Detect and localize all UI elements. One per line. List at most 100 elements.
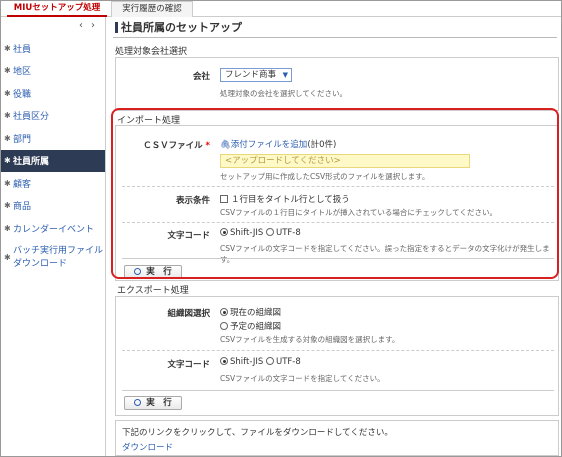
sidebar: ‹ › ✱ 社員 ✱ 地区 ✱ 役職 ✱ 社員区分 ✱ 部門 ✱ 社員所属 ✱ 顧客 ✱ 商品 ✱… xyxy=(1,17,106,456)
sidebar-item-calendar-event[interactable]: ✱ カレンダーイベント xyxy=(1,217,105,240)
sidebar-pager: ‹ › xyxy=(75,20,99,32)
export-utf8-radio[interactable] xyxy=(265,357,274,365)
org-chart-label: 組織図選択 xyxy=(167,309,210,319)
divider xyxy=(122,390,554,391)
radio-label: Shift-JIS xyxy=(230,357,264,367)
gear-icon: ✱ xyxy=(4,66,11,76)
org-chart-note: CSVファイルを生成する対象の組織図を選択します。 xyxy=(220,335,400,344)
export-section-heading: エクスポート処理 xyxy=(117,286,189,296)
title-row-check-label: １行目をタイトル行として扱う xyxy=(231,195,350,205)
attach-count: (計0件) xyxy=(307,140,337,150)
sidebar-item-department[interactable]: ✱ 部門 xyxy=(1,127,105,150)
display-condition-label: 表示条件 xyxy=(175,196,210,206)
sidebar-item-product[interactable]: ✱ 商品 xyxy=(1,195,105,218)
tab-execution-history[interactable]: 実行履歴の確認 xyxy=(111,1,193,17)
org-current-radio[interactable] xyxy=(220,308,228,316)
divider xyxy=(122,258,554,259)
divider xyxy=(122,186,554,187)
button-label: 実 行 xyxy=(146,267,172,277)
sidebar-item-employee-affiliation[interactable]: ✱ 社員所属 xyxy=(1,149,105,172)
gear-icon: ✱ xyxy=(4,156,11,166)
export-charcode-note: CSVファイルの文字コードを指定してください。 xyxy=(220,374,385,383)
paperclip-icon[interactable]: 🖇 xyxy=(220,140,231,150)
chevron-right-icon[interactable]: › xyxy=(87,20,99,31)
sidebar-item-region[interactable]: ✱ 地区 xyxy=(1,60,105,83)
export-run-button[interactable]: 実 行 xyxy=(124,396,182,410)
attach-file-link[interactable]: 添付ファイルを追加 xyxy=(231,140,308,150)
sidebar-item-label: 役職 xyxy=(13,89,32,100)
sidebar-item-position[interactable]: ✱ 役職 xyxy=(1,82,105,105)
sidebar-item-label: 部門 xyxy=(13,134,32,145)
sidebar-item-label: 社員区分 xyxy=(13,112,50,123)
sidebar-menu: ✱ 社員 ✱ 地区 ✱ 役職 ✱ 社員区分 ✱ 部門 ✱ 社員所属 ✱ 顧客 ✱ 商品 ✱ カレン… xyxy=(1,37,105,276)
download-link[interactable]: ダウンロード xyxy=(122,441,173,453)
radio-label: UTF-8 xyxy=(275,357,301,367)
import-charcode-options: Shift-JIS UTF-8 xyxy=(220,228,301,238)
export-charcode-options: Shift-JIS UTF-8 xyxy=(220,357,301,367)
sidebar-item-label: カレンダーイベント xyxy=(13,224,95,235)
sidebar-item-batch-download[interactable]: ✱ バッチ実行用ファイル ダウンロード xyxy=(1,240,105,276)
import-shiftjis-radio[interactable] xyxy=(220,228,228,236)
radio-label: UTF-8 xyxy=(275,228,301,238)
import-charcode-label: 文字コード xyxy=(167,231,210,241)
upload-dropzone[interactable]: <アップロードしてください> xyxy=(220,154,470,168)
csv-file-label: ＣＳＶファイル * xyxy=(143,141,210,151)
sidebar-item-employee[interactable]: ✱ 社員 xyxy=(1,37,105,60)
gear-icon: ✱ xyxy=(4,88,11,98)
radio-label: Shift-JIS xyxy=(230,228,264,238)
gear-icon: ✱ xyxy=(4,133,11,143)
caret-down-icon: ▼ xyxy=(282,71,288,79)
gear-icon: ✱ xyxy=(4,223,11,233)
gear-icon: ✱ xyxy=(4,178,11,188)
download-instruction: 下記のリンクをクリックして、ファイルをダウンロードしてください。 xyxy=(122,428,393,438)
gear-icon: ✱ xyxy=(4,253,11,262)
sidebar-item-label: バッチ実行用ファイル ダウンロード xyxy=(13,245,104,269)
button-label: 実 行 xyxy=(146,398,172,408)
import-panel: ＣＳＶファイル * 🖇添付ファイルを追加(計0件) <アップロードしてください>… xyxy=(115,125,559,281)
export-shiftjis-radio[interactable] xyxy=(220,357,228,365)
sidebar-item-customer[interactable]: ✱ 顧客 xyxy=(1,172,105,195)
org-planned-radio[interactable] xyxy=(220,322,228,330)
required-mark: * xyxy=(205,141,210,151)
export-charcode-label: 文字コード xyxy=(167,360,210,370)
radio-label: 現在の組織図 xyxy=(230,308,282,318)
gear-icon: ✱ xyxy=(4,201,11,211)
import-run-button[interactable]: 実 行 xyxy=(124,265,182,279)
org-current-option[interactable]: 現在の組織図 xyxy=(220,306,281,318)
chevron-left-icon[interactable]: ‹ xyxy=(75,20,87,31)
company-label: 会社 xyxy=(192,72,210,82)
radio-label: 予定の組織図 xyxy=(230,322,282,332)
company-select-value: フレンド商事 xyxy=(225,70,277,80)
sidebar-item-label: 社員 xyxy=(13,44,32,55)
sidebar-item-employee-type[interactable]: ✱ 社員区分 xyxy=(1,105,105,128)
export-panel: 組織図選択 現在の組織図 予定の組織図 CSVファイルを生成する対象の組織図を選… xyxy=(115,296,559,416)
company-panel: 会社 フレンド商事 ▼ 処理対象の会社を選択してください。 xyxy=(115,57,559,111)
divider xyxy=(122,222,554,223)
main-content: 社員所属のセットアップ 処理対象会社選択 会社 フレンド商事 ▼ 処理対象の会社… xyxy=(107,17,561,456)
tab-miu-setup[interactable]: MIUセットアップ処理 xyxy=(7,1,107,17)
sidebar-item-label: 地区 xyxy=(13,67,32,78)
company-section-heading: 処理対象会社選択 xyxy=(115,47,188,57)
sidebar-item-label: 商品 xyxy=(13,202,32,213)
run-icon xyxy=(134,268,142,275)
sidebar-item-label: 顧客 xyxy=(13,179,32,190)
tab-bar: MIUセットアップ処理 実行履歴の確認 xyxy=(1,1,561,17)
company-note: 処理対象の会社を選択してください。 xyxy=(220,89,348,98)
download-panel: 下記のリンクをクリックして、ファイルをダウンロードしてください。 ダウンロード xyxy=(115,420,559,456)
gear-icon: ✱ xyxy=(4,43,11,53)
import-utf8-radio[interactable] xyxy=(265,228,274,236)
run-icon xyxy=(134,399,142,406)
title-row-note: CSVファイルの１行目にタイトルが挿入されている場合にチェックしてください。 xyxy=(220,208,497,217)
divider xyxy=(122,350,554,351)
app-window: MIUセットアップ処理 実行履歴の確認 ‹ › ✱ 社員 ✱ 地区 ✱ 役職 ✱ 社員区分… xyxy=(0,0,562,457)
page-title: 社員所属のセットアップ xyxy=(113,19,557,38)
import-charcode-note: CSVファイルの文字コードを指定してください。誤った指定をするとデータの文字化け… xyxy=(220,244,550,264)
title-row-option[interactable]: １行目をタイトル行として扱う xyxy=(220,193,350,205)
org-planned-option[interactable]: 予定の組織図 xyxy=(220,320,281,332)
title-row-checkbox[interactable] xyxy=(220,195,228,203)
sidebar-item-label: 社員所属 xyxy=(13,157,50,168)
attach-row: 🖇添付ファイルを追加(計0件) xyxy=(220,138,336,150)
company-select[interactable]: フレンド商事 ▼ xyxy=(220,68,292,82)
gear-icon: ✱ xyxy=(4,111,11,121)
csv-file-note: セットアップ用に作成したCSV形式のファイルを選択します。 xyxy=(220,172,430,181)
